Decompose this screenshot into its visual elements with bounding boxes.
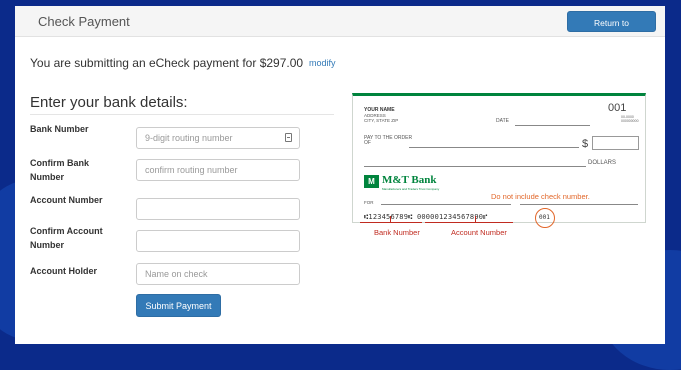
confirm-account-number-input[interactable]: [136, 230, 300, 252]
check-payment-panel: Check Payment Return to Financials You a…: [15, 6, 665, 344]
page-title: Check Payment: [38, 14, 130, 29]
account-holder-label: Account Holder: [30, 266, 98, 276]
check-fraction: 00-0000 000000000: [621, 115, 639, 123]
bank-number-bracket: [360, 222, 422, 223]
check-date-line: [515, 125, 590, 126]
account-number-pointer: [475, 216, 476, 223]
payment-summary: You are submitting an eCheck payment for…: [30, 56, 304, 70]
check-dollars-label: DOLLARS: [588, 160, 617, 166]
bank-name: M&T Bank: [382, 174, 437, 186]
return-to-financials-button[interactable]: Return to Financials: [567, 11, 656, 48]
section-title: Enter your bank details:: [30, 94, 188, 111]
bank-number-pointer: [390, 216, 391, 223]
check-pay-to-label: PAY TO THE ORDER OF: [364, 135, 413, 146]
check-number-top: 001: [608, 102, 627, 114]
check-micr-line: ⑆123456789⑆ 000001234567890⑈: [364, 213, 488, 221]
bank-number-annotation: Bank Number: [374, 228, 420, 237]
check-pay-line: [409, 147, 579, 148]
check-for-line: [381, 204, 511, 205]
field-info-icon: [285, 133, 292, 142]
bank-subtitle: Manufacturers and Traders Trust Company: [382, 187, 440, 191]
account-number-bracket: [425, 222, 513, 223]
check-date-label: DATE: [496, 118, 509, 124]
bank-logo-icon: M: [364, 175, 379, 188]
sample-check-image: YOUR NAME ADDRESS CITY, STATE ZIP 001 00…: [352, 93, 646, 228]
check-amount-box: [592, 136, 639, 150]
check-for-label: FOR: [364, 200, 374, 205]
account-number-annotation: Account Number: [451, 228, 507, 237]
divider: [30, 114, 334, 115]
account-number-input[interactable]: [136, 198, 300, 220]
confirm-account-number-label: Confirm Account Number: [30, 226, 103, 250]
account-holder-input[interactable]: [136, 263, 300, 285]
confirm-bank-number-label: Confirm Bank Number: [30, 158, 90, 182]
panel-header: Check Payment Return to Financials: [15, 6, 665, 48]
submit-payment-button[interactable]: Submit Payment: [136, 294, 221, 317]
modify-link[interactable]: modify: [309, 58, 336, 68]
check-signature-line: [520, 204, 638, 205]
bank-number-input[interactable]: [136, 127, 300, 149]
check-number-note: Do not include check number.: [491, 192, 590, 201]
bank-number-label: Bank Number: [30, 124, 89, 134]
check-city-state-zip: CITY, STATE ZIP: [364, 118, 399, 123]
confirm-bank-number-input[interactable]: [136, 159, 300, 181]
check-dollars-line: [364, 166, 586, 167]
check-micr-check-number: 001: [539, 214, 550, 221]
account-number-label: Account Number: [30, 195, 103, 205]
check-dollar-sign: $: [582, 138, 589, 150]
